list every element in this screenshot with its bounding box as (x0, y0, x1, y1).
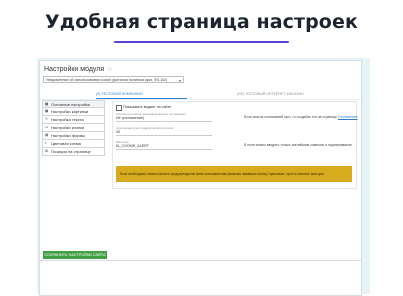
sidebar-item-label: Позиция на странице (51, 149, 91, 154)
sidebar-item-button-settings[interactable]: ▭ Настройки кнопки (42, 124, 105, 132)
cookie-warning-banner: Если необходимо снова показать предупреж… (116, 166, 352, 182)
settings-sidebar: ▦ Основные настройки ▦ Настройки картинки … (42, 100, 105, 156)
chevron-down-icon: ▾ (178, 78, 181, 83)
tab-test-shop[interactable]: (SE) ТЕСТОВЫЙ ИНТЕРНЕТ-МАГАЗИН (237, 92, 304, 96)
module-title: Настройки модуля ☆ (44, 66, 113, 73)
sidebar-item-label: Настройки картинки (51, 109, 89, 114)
module-title-text: Настройки модуля (44, 66, 105, 73)
text-icon: ✎ (45, 117, 48, 121)
sidebar-item-position[interactable]: ⊞ Позиция на странице (42, 148, 105, 156)
star-icon[interactable]: ☆ (107, 67, 112, 73)
cookie-lifetime-field[interactable]: 30 (116, 129, 212, 136)
sidebar-item-label: Основные настройки (51, 102, 91, 107)
agreements-link[interactable]: Соглашения (338, 115, 358, 119)
agreement-note: Если список соглашений пуст, то создайте… (244, 115, 358, 119)
agreement-note-text: Если список соглашений пуст, то создайте… (244, 115, 337, 119)
sidebar-item-label: Настройки формы (51, 133, 86, 138)
form-icon: ▤ (45, 133, 49, 137)
settings-panel: Показывать виджет на сайте Ссылка на ста… (112, 101, 358, 189)
sidebar-item-main-settings[interactable]: ▦ Основные настройки (42, 100, 105, 108)
page-headline: Удобная страница настроек (45, 11, 358, 33)
sidebar-item-label: Настройки кнопки (51, 125, 85, 130)
show-widget-checkbox[interactable] (116, 105, 122, 111)
settings-window: Настройки модуля ☆ Уведомление об использ… (39, 60, 362, 296)
cookie-name-note: В поле можно вводить только английские с… (244, 143, 353, 147)
headline-underline (114, 41, 289, 43)
sidebar-item-color-scheme[interactable]: ◐ Цветовая схема (42, 140, 105, 148)
module-select[interactable]: Уведомление об использовании cookie (фат… (43, 76, 184, 83)
image-icon: ▦ (45, 109, 49, 113)
sidebar-item-label: Настройка текста (51, 117, 84, 122)
sidebar-item-label: Цветовая схема (51, 141, 81, 146)
footer-divider (40, 260, 361, 261)
agreement-field[interactable]: Не (соглашение) (116, 115, 212, 122)
sidebar-item-form-settings[interactable]: ▤ Настройки формы (42, 132, 105, 140)
save-settings-button[interactable]: СОХРАНИТЬ НАСТРОЙКИ САЙТА (43, 251, 107, 259)
active-tab-indicator (96, 98, 187, 99)
tab-test-company[interactable]: (0) ТЕСТОВОЙ КОМПАНИИ (96, 92, 143, 96)
position-icon: ⊞ (45, 149, 48, 153)
sidebar-item-image-settings[interactable]: ▦ Настройки картинки (42, 108, 105, 116)
settings-icon: ▦ (45, 102, 49, 106)
sidebar-item-text-settings[interactable]: ✎ Настройка текста (42, 116, 105, 124)
button-icon: ▭ (45, 125, 49, 129)
cookie-name-field[interactable]: IA_COOKIE_ALERT (116, 143, 212, 150)
palette-icon: ◐ (45, 141, 48, 145)
module-select-value: Уведомление об использовании cookie (фат… (46, 78, 168, 82)
show-widget-label: Показывать виджет на сайте (123, 105, 172, 109)
